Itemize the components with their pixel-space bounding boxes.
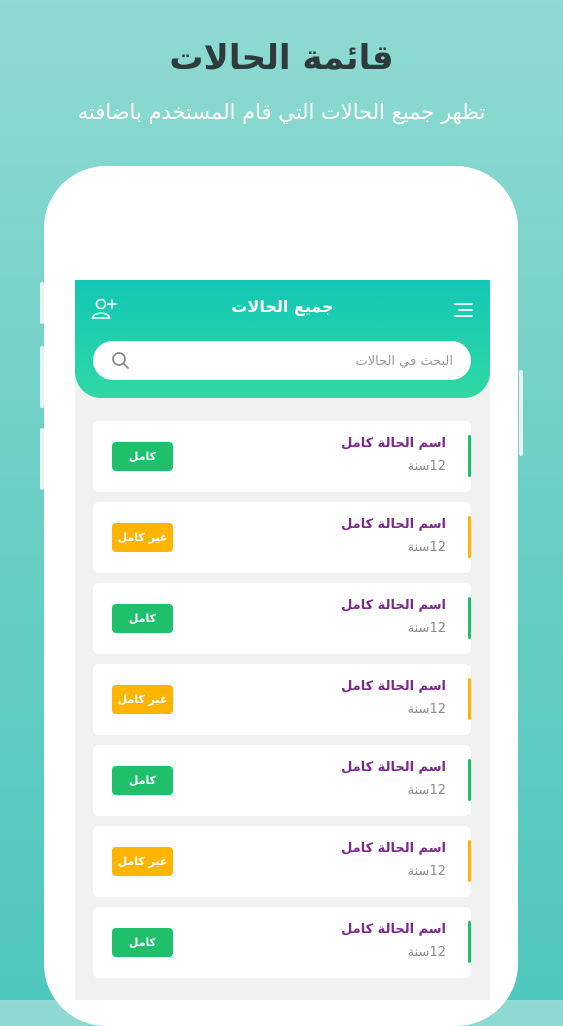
status-badge: كامل xyxy=(112,928,173,957)
case-name: اسم الحالة كامل xyxy=(341,760,446,775)
phone-side-button xyxy=(519,370,523,456)
status-badge: غير كامل xyxy=(112,523,173,552)
status-indicator-bar xyxy=(468,678,471,720)
status-indicator-bar xyxy=(468,921,471,963)
status-indicator-bar xyxy=(468,597,471,639)
phone-side-button xyxy=(40,282,44,324)
case-age: 12سنة xyxy=(407,459,446,474)
case-card[interactable]: اسم الحالة كامل 12سنة غير كامل xyxy=(93,826,471,897)
search-bar xyxy=(93,341,471,382)
case-card[interactable]: اسم الحالة كامل 12سنة كامل xyxy=(93,421,471,492)
promo-subtitle: تظهر جميع الحالات التي قام المستخدم باضا… xyxy=(77,100,486,124)
case-name: اسم الحالة كامل xyxy=(341,922,446,937)
case-card[interactable]: اسم الحالة كامل 12سنة كامل xyxy=(93,583,471,654)
case-name: اسم الحالة كامل xyxy=(341,517,446,532)
status-badge: كامل xyxy=(112,766,173,795)
case-card[interactable]: اسم الحالة كامل 12سنة غير كامل xyxy=(93,502,471,573)
case-card[interactable]: اسم الحالة كامل 12سنة كامل xyxy=(93,745,471,816)
phone-side-button xyxy=(40,346,44,408)
status-badge: غير كامل xyxy=(112,847,173,876)
search-icon[interactable] xyxy=(111,351,130,370)
search-input[interactable] xyxy=(141,341,455,382)
app-header: جميع الحالات xyxy=(75,280,490,398)
case-age: 12سنة xyxy=(407,783,446,798)
case-name: اسم الحالة كامل xyxy=(341,436,446,451)
case-name: اسم الحالة كامل xyxy=(341,679,446,694)
page-title: جميع الحالات xyxy=(231,297,334,316)
case-age: 12سنة xyxy=(407,702,446,717)
status-indicator-bar xyxy=(468,840,471,882)
case-card[interactable]: اسم الحالة كامل 12سنة غير كامل xyxy=(93,664,471,735)
case-age: 12سنة xyxy=(407,540,446,555)
case-age: 12سنة xyxy=(407,864,446,879)
case-age: 12سنة xyxy=(407,945,446,960)
menu-icon[interactable] xyxy=(450,296,478,324)
status-badge: كامل xyxy=(112,442,173,471)
status-indicator-bar xyxy=(468,759,471,801)
promo-title: قائمة الحالات xyxy=(169,38,394,78)
case-age: 12سنة xyxy=(407,621,446,636)
case-name: اسم الحالة كامل xyxy=(341,598,446,613)
case-card[interactable]: اسم الحالة كامل 12سنة كامل xyxy=(93,907,471,978)
case-name: اسم الحالة كامل xyxy=(341,841,446,856)
status-badge: كامل xyxy=(112,604,173,633)
status-indicator-bar xyxy=(468,435,471,477)
status-badge: غير كامل xyxy=(112,685,173,714)
app-screen: جميع الحالات اسم الحالة كامل12سنةكاملاسم… xyxy=(75,280,490,1000)
status-indicator-bar xyxy=(468,516,471,558)
phone-side-button xyxy=(40,428,44,490)
